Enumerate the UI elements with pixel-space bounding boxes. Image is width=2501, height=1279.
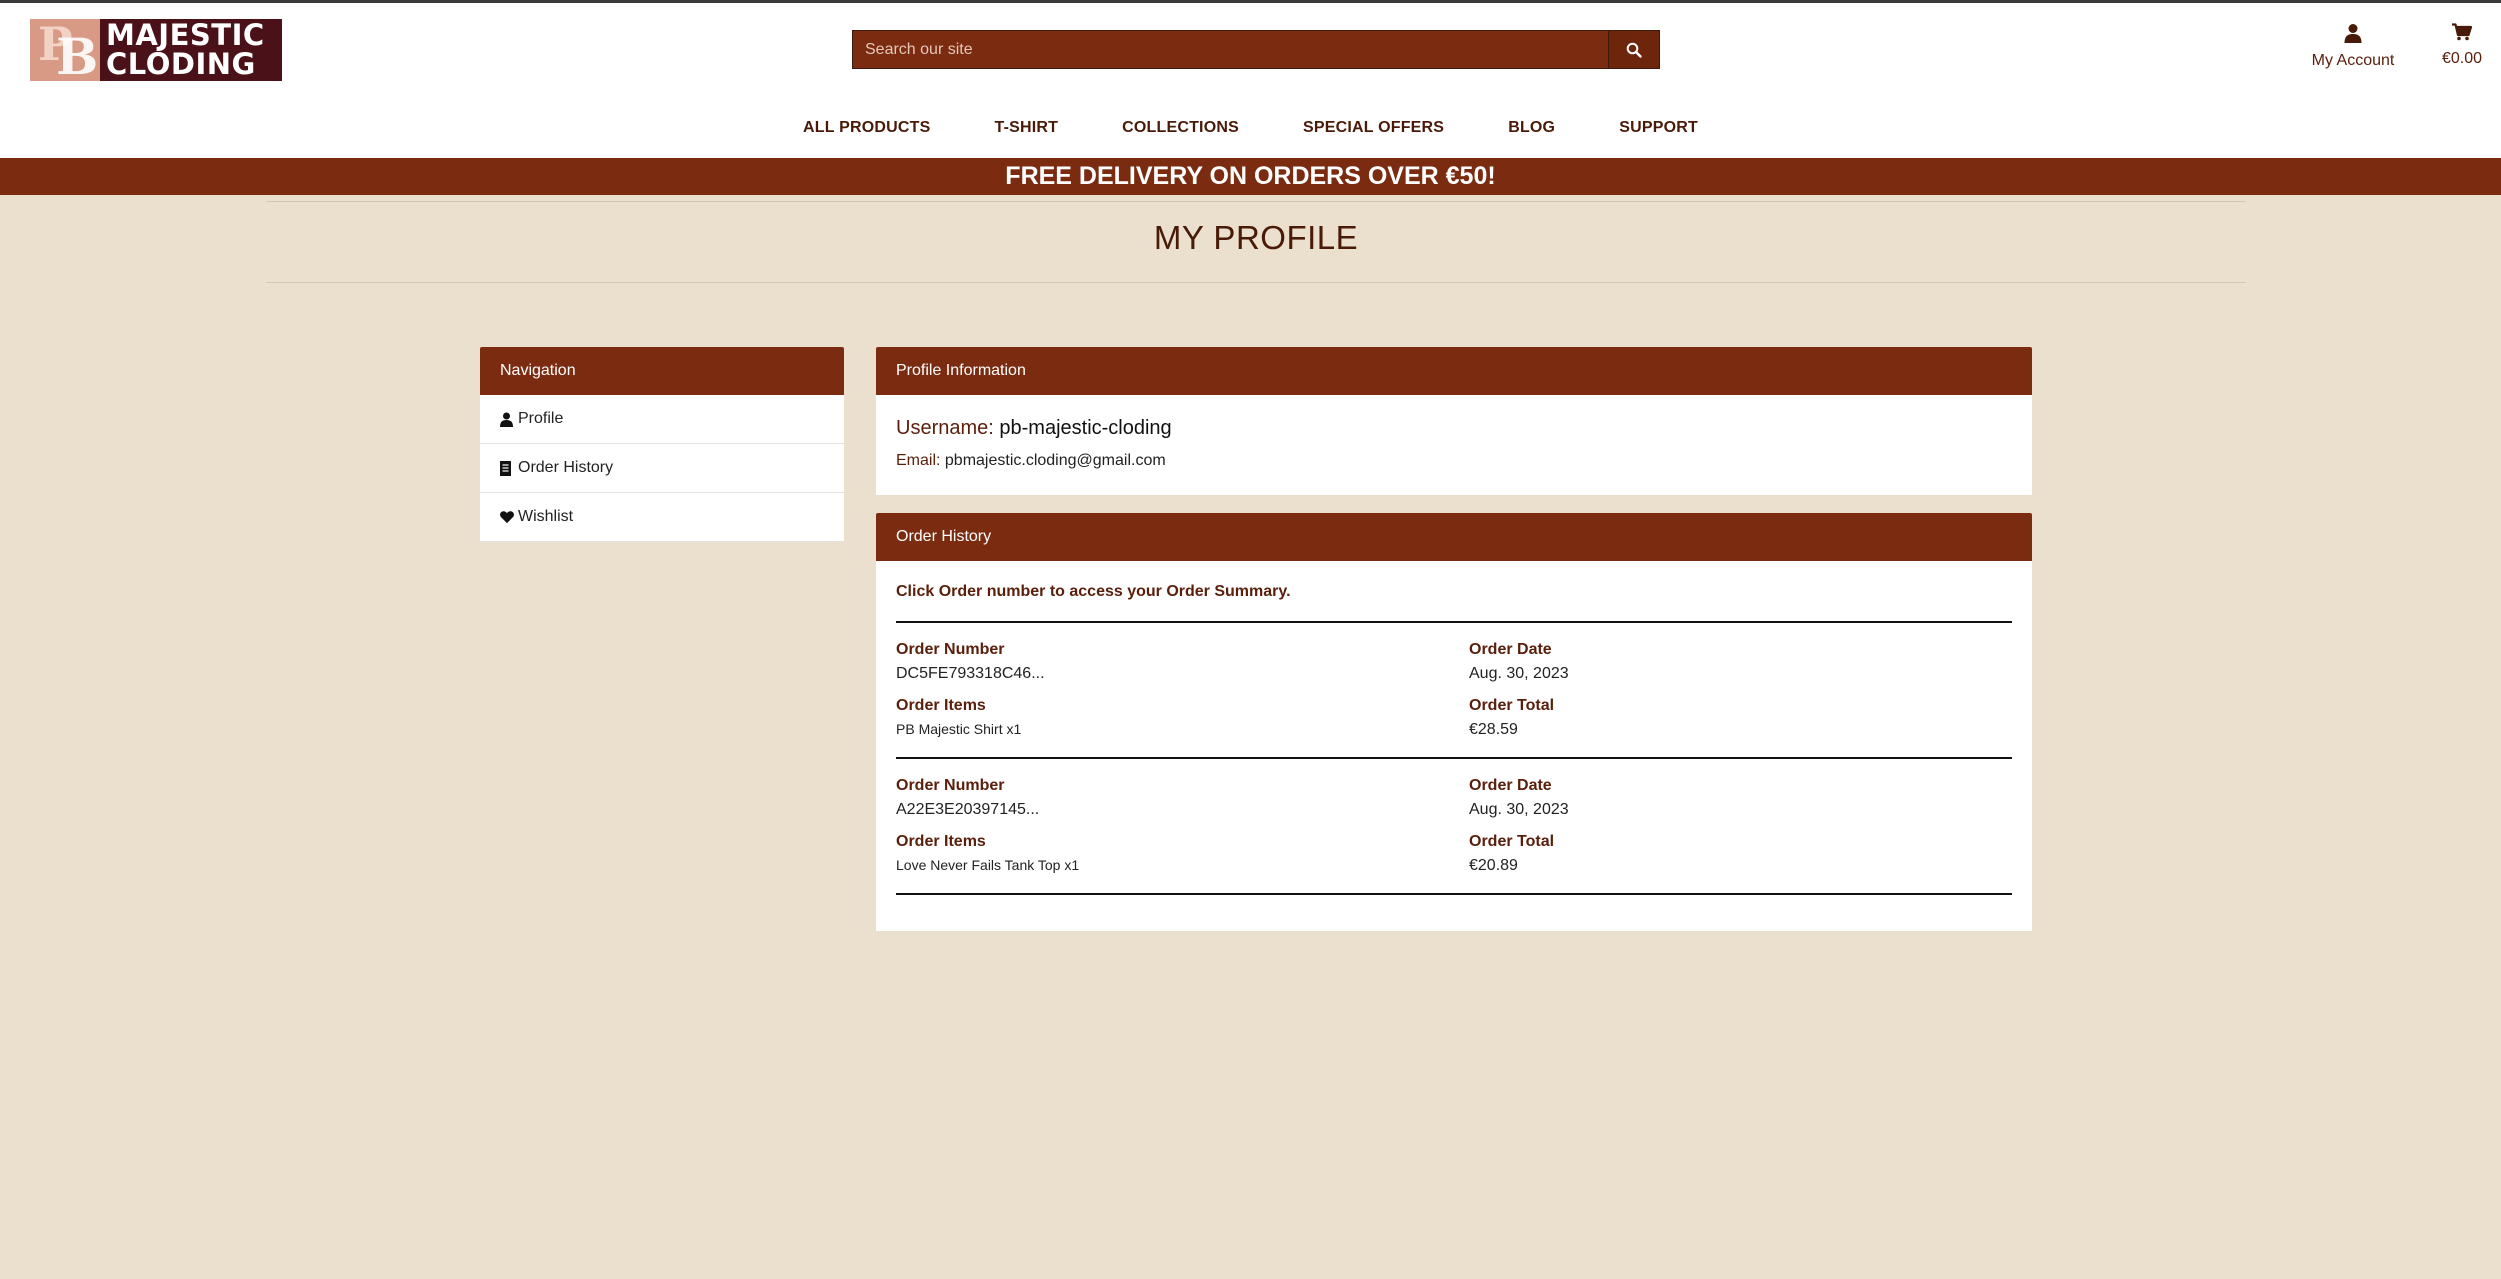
logo-line2: CLODING [106,47,256,81]
order-date-label: Order Date [1469,777,1552,794]
order-history-body: Click Order number to access your Order … [876,561,2032,931]
profile-info-panel: Profile Information Username: pb-majesti… [876,347,2032,495]
sidebar-item-label: Profile [518,410,564,427]
cart-total: €0.00 [2441,50,2483,67]
logo-text: MAJESTIC CLODING [100,21,265,79]
nav-blog[interactable]: BLOG [1508,119,1555,145]
nav-collections[interactable]: COLLECTIONS [1122,119,1239,145]
order-date-value: Aug. 30, 2023 [1469,801,1569,818]
cart-icon [2452,23,2473,41]
order-number-field: Order Number DC5FE793318C46... [896,641,1469,683]
my-account-label: My Account [2311,52,2395,69]
main-nav: ALL PRODUCTS T-SHIRT COLLECTIONS SPECIAL… [0,119,2501,145]
username-value: pb-majestic-cloding [999,417,1172,439]
page-header: MY PROFILE [266,201,2246,283]
order-number-label: Order Number [896,777,1005,794]
sidebar-item-label: Wishlist [518,508,574,525]
sidebar-item-wishlist[interactable]: Wishlist [480,493,844,542]
order-total-field: Order Total €28.59 [1469,697,2012,739]
page-title: MY PROFILE [1153,219,1359,256]
order-items-value: PB Majestic Shirt x1 [896,721,1022,737]
email-value: pbmajestic.cloding@gmail.com [944,452,1166,469]
user-icon [2344,24,2362,43]
sidebar-item-label: Order History [518,459,614,476]
order-date-value: Aug. 30, 2023 [1469,665,1569,682]
profile-sidebar: Navigation Profile Order History Wishlis… [480,347,844,542]
sidebar-title: Navigation [480,347,844,395]
sidebar-item-profile[interactable]: Profile [480,395,844,444]
order-items-label: Order Items [896,697,986,714]
user-icon [500,411,514,427]
order-total-label: Order Total [1469,833,1555,850]
nav-all-products[interactable]: ALL PRODUCTS [803,119,930,145]
receipt-icon [500,460,514,476]
delivery-banner: FREE DELIVERY ON ORDERS OVER €50! [0,158,2501,195]
logo-line1: MAJESTIC [106,19,265,52]
heart-icon [500,509,514,525]
profile-info-body: Username: pb-majestic-cloding Email: pbm… [876,395,2032,495]
order-number-field: Order Number A22E3E20397145... [896,777,1469,819]
order-date-label: Order Date [1469,641,1552,658]
site-header: PB MAJESTIC CLODING My Account €0.0 [0,3,2501,158]
nav-special-offers[interactable]: SPECIAL OFFERS [1303,119,1444,145]
order-row: Order Number DC5FE793318C46... Order Dat… [896,623,2012,759]
order-items-field: Order Items PB Majestic Shirt x1 [896,697,1469,739]
my-account-link[interactable]: My Account [2298,23,2408,70]
order-history-panel: Order History Click Order number to acce… [876,513,2032,931]
order-items-field: Order Items Love Never Fails Tank Top x1 [896,833,1469,875]
profile-main: Profile Information Username: pb-majesti… [876,347,2032,931]
order-history-title: Order History [876,513,2032,561]
order-history-note: Click Order number to access your Order … [896,583,2012,623]
order-total-value: €28.59 [1469,721,1518,738]
username-row: Username: pb-majestic-cloding [896,395,2012,440]
nav-t-shirt[interactable]: T-SHIRT [994,119,1058,145]
logo-mark: PB [30,19,100,81]
search-icon [1626,42,1642,58]
cart-link[interactable]: €0.00 [2432,23,2492,68]
email-row: Email: pbmajestic.cloding@gmail.com [896,452,2012,470]
order-total-field: Order Total €20.89 [1469,833,2012,875]
order-total-label: Order Total [1469,697,1555,714]
username-label: Username: [896,417,994,439]
order-number-label: Order Number [896,641,1005,658]
order-number-link[interactable]: DC5FE793318C46... [896,665,1469,683]
order-date-field: Order Date Aug. 30, 2023 [1469,777,2012,819]
brand-logo[interactable]: PB MAJESTIC CLODING [30,19,282,81]
search-button[interactable] [1608,31,1659,68]
profile-info-title: Profile Information [876,347,2032,395]
order-date-field: Order Date Aug. 30, 2023 [1469,641,2012,683]
search-bar [852,30,1660,69]
order-items-label: Order Items [896,833,986,850]
search-input[interactable] [853,31,1608,68]
email-label: Email: [896,452,941,469]
order-row: Order Number A22E3E20397145... Order Dat… [896,759,2012,895]
order-number-link[interactable]: A22E3E20397145... [896,801,1469,819]
order-items-value: Love Never Fails Tank Top x1 [896,857,1080,873]
nav-support[interactable]: SUPPORT [1619,119,1698,145]
sidebar-item-order-history[interactable]: Order History [480,444,844,493]
order-total-value: €20.89 [1469,857,1518,874]
